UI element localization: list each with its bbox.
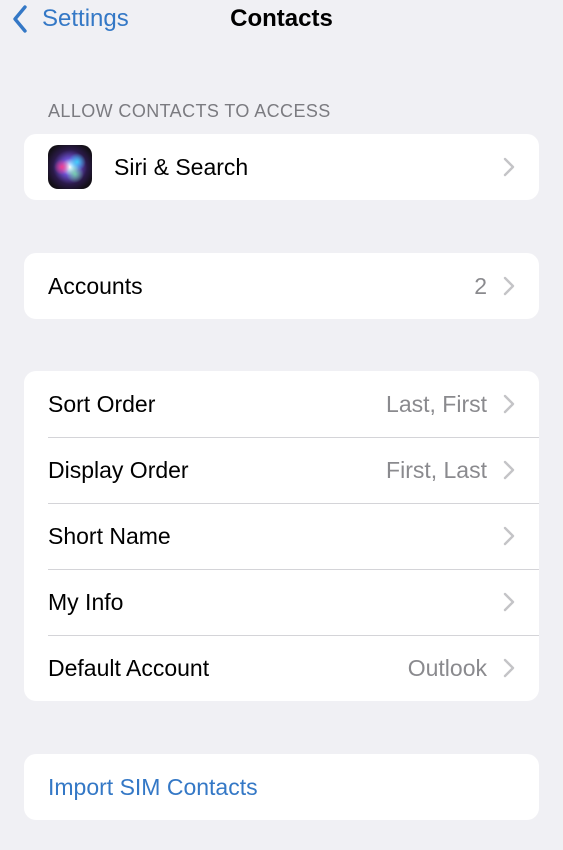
chevron-right-icon	[503, 526, 515, 546]
my-info-row[interactable]: My Info	[24, 569, 539, 635]
display-order-value: First, Last	[386, 456, 487, 483]
contacts-settings-page: Settings Contacts ALLOW CONTACTS TO ACCE…	[0, 0, 563, 850]
sort-order-value: Last, First	[386, 390, 487, 417]
default-account-value: Outlook	[407, 654, 487, 681]
import-sim-contacts-button[interactable]: Import SIM Contacts	[24, 754, 539, 820]
chevron-left-icon	[12, 4, 32, 34]
chevron-right-icon	[503, 592, 515, 612]
siri-search-row[interactable]: Siri & Search	[24, 134, 539, 200]
contact-options-group: Sort Order Last, First Display Order Fir…	[24, 371, 539, 701]
short-name-label: Short Name	[48, 522, 171, 549]
back-button-label: Settings	[42, 5, 129, 32]
chevron-right-icon	[503, 276, 515, 296]
chevron-right-icon	[503, 394, 515, 414]
short-name-row[interactable]: Short Name	[24, 503, 539, 569]
import-sim-contacts-label: Import SIM Contacts	[48, 773, 258, 800]
display-order-label: Display Order	[48, 456, 189, 483]
siri-search-label: Siri & Search	[114, 153, 249, 180]
my-info-label: My Info	[48, 588, 124, 615]
default-account-label: Default Account	[48, 654, 210, 681]
siri-icon	[48, 145, 92, 189]
sort-order-row[interactable]: Sort Order Last, First	[24, 371, 539, 437]
back-button[interactable]: Settings	[12, 2, 129, 36]
chevron-right-icon	[503, 157, 515, 177]
default-account-row[interactable]: Default Account Outlook	[24, 635, 539, 701]
section-header-allow-access: ALLOW CONTACTS TO ACCESS	[48, 101, 331, 121]
chevron-right-icon	[503, 658, 515, 678]
chevron-right-icon	[503, 460, 515, 480]
navigation-bar: Settings Contacts	[0, 0, 563, 40]
accounts-label: Accounts	[48, 272, 143, 299]
import-group: Import SIM Contacts	[24, 754, 539, 820]
accounts-count: 2	[474, 272, 487, 299]
sort-order-label: Sort Order	[48, 390, 156, 417]
display-order-row[interactable]: Display Order First, Last	[24, 437, 539, 503]
allow-access-group: Siri & Search	[24, 134, 539, 200]
accounts-row[interactable]: Accounts 2	[24, 253, 539, 319]
accounts-group: Accounts 2	[24, 253, 539, 319]
